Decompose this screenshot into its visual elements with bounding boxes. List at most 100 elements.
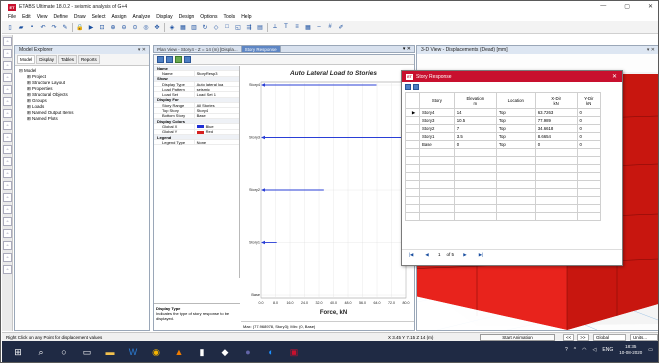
- save-icon[interactable]: ▪: [28, 23, 36, 31]
- record-index[interactable]: 1: [438, 252, 441, 257]
- cell-y-dir[interactable]: 0: [576, 108, 602, 117]
- side-tool-icon[interactable]: ▫: [3, 133, 12, 142]
- side-tool-icon[interactable]: ▫: [3, 241, 12, 250]
- side-tool-icon[interactable]: ▫: [3, 109, 12, 118]
- property-value[interactable]: Base: [193, 113, 239, 119]
- cell-elevation[interactable]: 0: [453, 140, 497, 149]
- col-x-dir[interactable]: X-Dir kN: [534, 92, 578, 109]
- dialog-close-button[interactable]: ✕: [612, 73, 617, 80]
- notepad-icon[interactable]: ▮: [195, 345, 209, 359]
- perspective-icon[interactable]: ◇: [212, 23, 220, 31]
- side-tool-icon[interactable]: ▫: [3, 181, 12, 190]
- volume-icon[interactable]: ◁: [593, 347, 597, 353]
- tab-display[interactable]: Display: [36, 55, 58, 64]
- export-icon[interactable]: [184, 56, 191, 63]
- notification-icon[interactable]: ▭: [648, 347, 653, 353]
- start-animation-button[interactable]: Start Animation: [480, 333, 555, 341]
- minimize-button[interactable]: —: [600, 3, 606, 10]
- ruler-icon[interactable]: ⟂: [271, 23, 279, 31]
- cell-x-dir[interactable]: 63.7263: [534, 108, 578, 117]
- property-value[interactable]: Blue: [193, 123, 239, 129]
- grid-icon[interactable]: #: [326, 23, 334, 31]
- property-row[interactable]: Legend Type None: [154, 139, 239, 146]
- chrome-icon[interactable]: ◉: [149, 345, 163, 359]
- table-row[interactable]: Base 0 Top 0 0: [405, 140, 602, 149]
- pencil2-icon[interactable]: ✐: [337, 23, 345, 31]
- cell-story[interactable]: Base: [419, 140, 455, 149]
- property-value[interactable]: All Stories: [193, 102, 239, 108]
- side-tool-icon[interactable]: ▫: [3, 169, 12, 178]
- side-tool-icon[interactable]: ▫: [3, 265, 12, 274]
- cell-location[interactable]: Top: [495, 108, 536, 117]
- cell-elevation[interactable]: 14: [453, 108, 497, 117]
- menu-options[interactable]: Options: [200, 14, 217, 20]
- cell-elevation[interactable]: 10.5: [453, 116, 497, 125]
- cell-y-dir[interactable]: 0: [576, 140, 602, 149]
- col-location[interactable]: Location: [495, 92, 536, 109]
- pin-close-icon[interactable]: ▾ ✕: [138, 47, 146, 53]
- cell-y-dir[interactable]: 0: [576, 132, 602, 141]
- side-tool-icon[interactable]: ▫: [3, 193, 12, 202]
- cell-y-dir[interactable]: 0: [576, 116, 602, 125]
- menu-select[interactable]: Select: [92, 14, 106, 20]
- lock-icon[interactable]: 🔒: [76, 23, 84, 31]
- zoom-window-icon[interactable]: ⊡: [98, 23, 106, 31]
- zoom-prev-icon[interactable]: ◎: [142, 23, 150, 31]
- property-value[interactable]: Load Set 1: [193, 92, 239, 98]
- side-tool-icon[interactable]: ▫: [3, 49, 12, 58]
- side-tool-icon[interactable]: ▫: [3, 61, 12, 70]
- col-y-dir[interactable]: Y-Dir kN: [576, 92, 602, 109]
- doc-pin-close-icon[interactable]: ▾ ✕: [403, 46, 414, 52]
- cell-x-dir[interactable]: 34.6618: [534, 124, 578, 133]
- cell-story[interactable]: Story2: [419, 124, 455, 133]
- cell-location[interactable]: Top: [495, 116, 536, 125]
- zoom-in-icon[interactable]: ⊕: [109, 23, 117, 31]
- pan-icon[interactable]: ✥: [153, 23, 161, 31]
- coord-system-select[interactable]: Global: [593, 333, 626, 341]
- table-icon[interactable]: ▦: [304, 23, 312, 31]
- table-view-icon[interactable]: [166, 56, 173, 63]
- redo-icon[interactable]: ↷: [50, 23, 58, 31]
- cell-story[interactable]: Story1: [419, 132, 455, 141]
- menu-draw[interactable]: Draw: [74, 14, 86, 20]
- forces-icon[interactable]: ⇶: [245, 23, 253, 31]
- chart-icon[interactable]: ≡: [293, 23, 301, 31]
- property-value[interactable]: Auto lateral loa: [193, 81, 239, 87]
- media-icon[interactable]: ◆: [218, 345, 232, 359]
- file-explorer-icon[interactable]: ▬: [103, 345, 117, 359]
- menu-view[interactable]: View: [37, 14, 48, 20]
- windows-start-icon[interactable]: ⊞: [11, 345, 25, 359]
- table-row[interactable]: Story3 10.5 Top 77.989 0: [405, 116, 602, 125]
- cell-x-dir[interactable]: 0: [534, 140, 578, 149]
- refresh-icon[interactable]: [157, 56, 164, 63]
- menu-assign[interactable]: Assign: [111, 14, 126, 20]
- cell-x-dir[interactable]: 77.989: [534, 116, 578, 125]
- side-tool-icon[interactable]: ▫: [3, 145, 12, 154]
- menu-define[interactable]: Define: [53, 14, 67, 20]
- elevation-icon[interactable]: ▥: [190, 23, 198, 31]
- property-value[interactable]: seismic: [193, 86, 239, 92]
- menu-analyze[interactable]: Analyze: [132, 14, 150, 20]
- property-value[interactable]: StoryResp3: [193, 70, 239, 76]
- tree-node-named-plots[interactable]: ⊞ Named Plots: [19, 116, 145, 122]
- cell-story[interactable]: Story4: [419, 108, 455, 117]
- cell-location[interactable]: Top: [495, 124, 536, 133]
- property-value[interactable]: None: [193, 139, 239, 145]
- tab-plan-view[interactable]: Plan View - Story4 - Z = 14 (m) [Displa.…: [154, 46, 242, 52]
- tab-tables[interactable]: Tables: [58, 55, 78, 64]
- property-value[interactable]: Story4: [193, 108, 239, 114]
- options-icon[interactable]: [175, 56, 182, 63]
- side-tool-icon[interactable]: ▫: [3, 205, 12, 214]
- undo-icon[interactable]: ↶: [39, 23, 47, 31]
- prev-record-button[interactable]: ◀: [422, 251, 432, 259]
- cell-location[interactable]: Top: [495, 132, 536, 141]
- maximize-button[interactable]: ▢: [624, 3, 630, 10]
- menu-file[interactable]: File: [8, 14, 16, 20]
- wifi-icon[interactable]: ◠: [582, 347, 586, 353]
- menu-edit[interactable]: Edit: [22, 14, 31, 20]
- run-icon[interactable]: ▶: [87, 23, 95, 31]
- units-button[interactable]: Units...: [630, 333, 658, 341]
- zoom-out-icon[interactable]: ⊖: [120, 23, 128, 31]
- menu-help[interactable]: Help: [241, 14, 251, 20]
- cell-y-dir[interactable]: 0: [576, 124, 602, 133]
